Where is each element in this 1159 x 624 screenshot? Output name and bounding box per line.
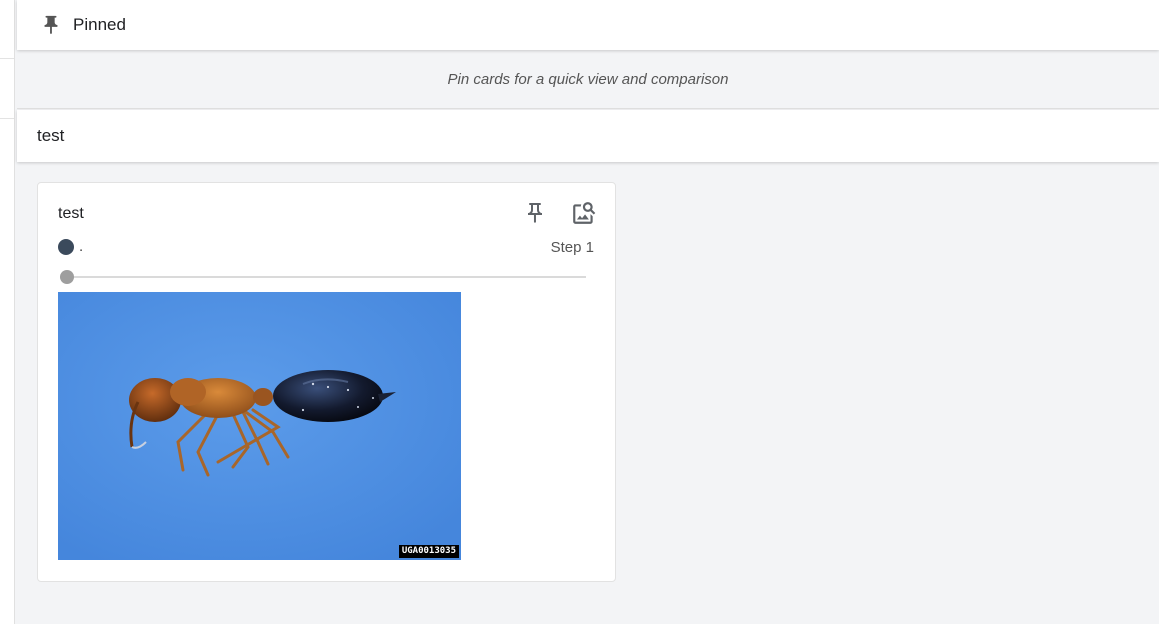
step-label: Step 1 bbox=[550, 239, 594, 256]
slider-thumb[interactable] bbox=[60, 270, 74, 284]
pinned-empty-message: Pin cards for a quick view and compariso… bbox=[17, 51, 1159, 109]
pin-outline-icon bbox=[528, 203, 542, 223]
pinned-section-title: Pinned bbox=[73, 15, 126, 34]
image-search-button[interactable] bbox=[570, 199, 598, 227]
card-image: UGA0013035 bbox=[58, 292, 461, 560]
image-card: test . Step 1 UGA0013035 bbox=[37, 182, 616, 582]
main-content: Pinned Pin cards for a quick view and co… bbox=[17, 0, 1159, 624]
card-title: test bbox=[58, 205, 84, 222]
pin-icon bbox=[39, 13, 63, 37]
left-rail bbox=[0, 0, 15, 624]
pin-card-button[interactable] bbox=[521, 199, 549, 227]
slider-track bbox=[60, 276, 586, 278]
pinned-section-header: Pinned bbox=[17, 0, 1159, 50]
group-header[interactable]: test bbox=[17, 110, 1159, 162]
rail-divider bbox=[0, 58, 14, 59]
step-slider[interactable] bbox=[60, 268, 586, 286]
run-color-dot bbox=[58, 238, 74, 255]
group-title: test bbox=[37, 126, 65, 145]
ant-specimen-image bbox=[58, 292, 461, 560]
run-legend: . bbox=[58, 238, 83, 255]
image-search-icon bbox=[573, 202, 596, 224]
run-name: . bbox=[79, 238, 84, 255]
image-watermark: UGA0013035 bbox=[398, 545, 459, 558]
rail-divider bbox=[0, 118, 14, 119]
